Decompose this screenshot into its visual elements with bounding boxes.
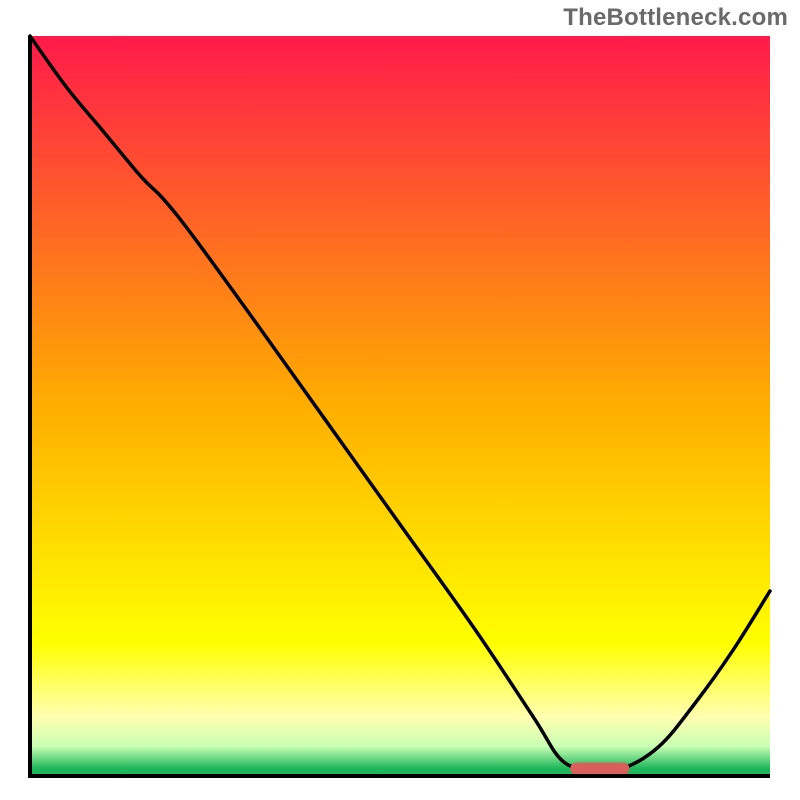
bottleneck-chart: TheBottleneck.com <box>0 0 800 800</box>
optimal-range-marker <box>570 763 629 775</box>
watermark-text: TheBottleneck.com <box>563 4 788 32</box>
plot-background <box>30 36 770 776</box>
chart-svg <box>0 0 800 800</box>
